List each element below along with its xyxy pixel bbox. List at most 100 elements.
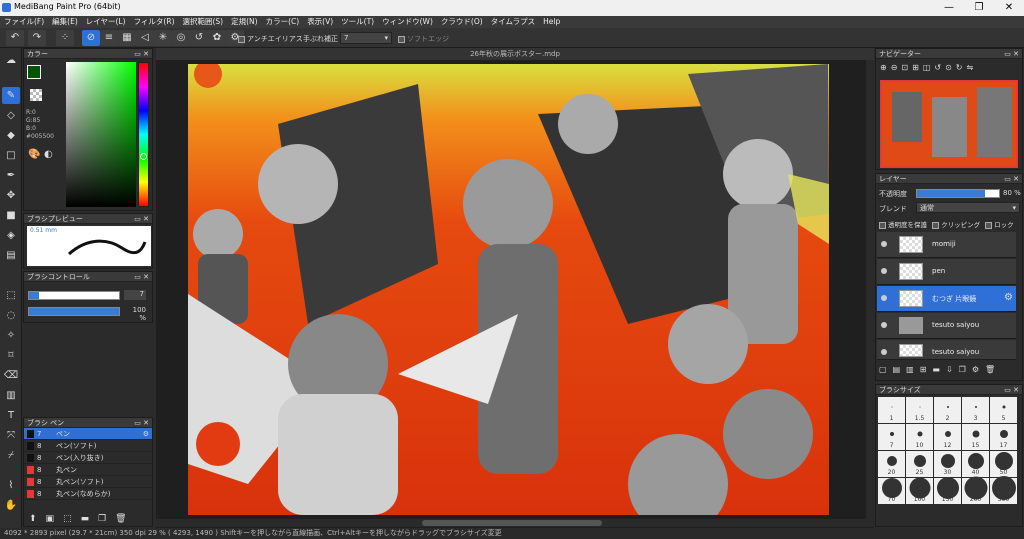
menu-select[interactable]: 選択範囲(S) (179, 16, 228, 28)
brush-size-option[interactable]: 50 (990, 451, 1017, 477)
brush-size-option[interactable]: 10 (906, 424, 933, 450)
close-icon[interactable]: ▭ ✕ (134, 214, 149, 224)
fit-icon[interactable]: ⊡ (901, 63, 908, 72)
zoom-in-icon[interactable]: ⊕ (880, 63, 887, 72)
menu-color[interactable]: カラー(C) (262, 16, 304, 28)
layer-settings-icon[interactable]: ⚙ (972, 365, 979, 374)
foreground-color-swatch[interactable] (27, 65, 41, 79)
brush-size-option[interactable]: 15 (962, 424, 989, 450)
correction-select[interactable]: 7 ▾ (340, 32, 392, 44)
menu-view[interactable]: 表示(V) (303, 16, 337, 28)
operation-tool-icon[interactable]: ⤧ (2, 427, 20, 444)
redo-icon[interactable]: ↷ (28, 30, 46, 46)
eye-icon[interactable] (881, 268, 887, 274)
hue-slider[interactable] (138, 62, 149, 207)
brush-item[interactable]: 7 ペン ⚙ (24, 428, 152, 440)
menu-edit[interactable]: 編集(E) (48, 16, 82, 28)
rect-tool-icon[interactable]: □ (2, 147, 20, 164)
snap-grid-icon[interactable]: ▦ (118, 30, 136, 46)
brush-size-option[interactable]: 17 (990, 424, 1017, 450)
brush-size-option[interactable]: 7 (878, 424, 905, 450)
reset-rotate-icon[interactable]: ⊙ (945, 63, 952, 72)
layer-row[interactable]: pen (877, 259, 1016, 285)
menu-timelapse[interactable]: タイムラプス (487, 16, 539, 28)
brush-size-option[interactable]: 150 (934, 477, 961, 504)
snap-parallel-icon[interactable]: ≡ (100, 30, 118, 46)
new-8bit-layer-icon[interactable]: ▥ (906, 365, 914, 374)
gradient-tool-icon[interactable]: ▤ (2, 247, 20, 264)
snap-radial-icon[interactable]: ✳ (154, 30, 172, 46)
close-icon[interactable]: ▭ ✕ (1004, 174, 1019, 184)
eye-icon[interactable] (881, 322, 887, 328)
brush-size-option[interactable]: 70 (878, 478, 905, 504)
scrollbar-thumb[interactable] (422, 520, 602, 526)
add-brush-icon[interactable]: ▣ (46, 514, 55, 526)
brush-size-value[interactable]: 7 (124, 290, 146, 300)
close-icon[interactable]: ▭ ✕ (134, 418, 149, 428)
brush-item[interactable]: 8 ペン(入り抜き) (24, 452, 152, 464)
brush-size-option[interactable]: 40 (962, 451, 989, 477)
eraser-tool-icon[interactable]: ◇ (2, 107, 20, 124)
navigator-thumbnail[interactable] (880, 80, 1018, 168)
delete-layer-icon[interactable]: 🗑 (985, 365, 995, 374)
layer-row[interactable]: momiji (877, 232, 1016, 258)
brush-size-option[interactable]: 3 (962, 397, 989, 423)
close-button[interactable]: ✕ (994, 0, 1024, 16)
close-icon[interactable]: ▭ ✕ (134, 49, 149, 59)
eyedropper-tool-icon[interactable]: ⌿ (2, 447, 20, 464)
dot-tool-icon[interactable]: ◆ (2, 127, 20, 144)
new-layer-icon[interactable]: ▢ (879, 365, 887, 374)
add-layer-menu-icon[interactable]: ⊞ (920, 365, 927, 374)
brush-size-option[interactable]: 30 (934, 451, 961, 477)
gear-icon[interactable]: ⚙ (143, 428, 149, 440)
document-tab[interactable]: 26年秋の展示ポスター.mdp (156, 48, 874, 60)
actual-size-icon[interactable]: ⊞ (912, 63, 919, 72)
select-eraser-icon[interactable]: ⌫ (2, 367, 20, 384)
brush-size-option[interactable]: 12 (934, 424, 961, 450)
eye-icon[interactable] (881, 349, 887, 355)
bucket-tool-icon[interactable]: ◈ (2, 227, 20, 244)
minimize-button[interactable]: — (934, 0, 964, 16)
trash-icon[interactable]: 🗑 (115, 514, 126, 526)
cloud-icon[interactable]: ☁ (2, 52, 20, 69)
vertical-scrollbar[interactable] (866, 60, 874, 520)
brush-item[interactable]: 8 丸ペン(ソフト) (24, 476, 152, 488)
lasso-tool-icon[interactable]: ◌ (2, 307, 20, 324)
layer-row[interactable]: むつぎ 片眼鏡 ⚙ (877, 286, 1016, 312)
palette-icon[interactable]: 🎨 (28, 149, 40, 160)
zoom-window-icon[interactable]: ◫ (923, 63, 931, 72)
brush-size-option[interactable]: 1 (878, 397, 905, 423)
flip-icon[interactable]: ⇋ (966, 63, 973, 72)
brush-folder-icon[interactable]: ▬ (81, 514, 90, 526)
protect-alpha-checkbox[interactable] (879, 221, 886, 229)
eye-icon[interactable] (881, 295, 887, 301)
brush-size-option[interactable]: 25 (906, 451, 933, 477)
select-tool-icon[interactable]: ⬚ (2, 287, 20, 304)
close-icon[interactable]: ▭ ✕ (1004, 385, 1019, 395)
menu-file[interactable]: ファイル(F) (0, 16, 48, 28)
menu-ruler[interactable]: 定規(N) (227, 16, 261, 28)
saturation-value-picker[interactable] (66, 62, 136, 207)
menu-filter[interactable]: フィルタ(R) (130, 16, 179, 28)
drawing-canvas[interactable] (188, 64, 829, 515)
clipping-checkbox[interactable] (932, 221, 940, 229)
brush-size-option[interactable]: 5 (990, 397, 1017, 423)
brush-item[interactable]: 8 丸ペン(なめらか) (24, 488, 152, 500)
brush-tool-icon[interactable]: ✎ (2, 87, 20, 104)
gear-icon[interactable]: ⚙ (1004, 292, 1013, 303)
pen-tool-icon[interactable]: ✒ (2, 167, 20, 184)
move-tool-icon[interactable]: ✥ (2, 187, 20, 204)
maximize-button[interactable]: ❐ (964, 0, 994, 16)
snap-circle-icon[interactable]: ◎ (172, 30, 190, 46)
menu-layer[interactable]: レイヤー(L) (82, 16, 130, 28)
brush-cloud-icon[interactable]: ⬆ (29, 514, 37, 526)
fill-rect-tool-icon[interactable]: ■ (2, 207, 20, 224)
eyedropper2-tool-icon[interactable]: ⌇ (2, 477, 20, 494)
rotate-left-icon[interactable]: ↺ (934, 63, 941, 72)
brush-item[interactable]: 8 丸ペン (24, 464, 152, 476)
layer-opacity-slider[interactable] (916, 189, 1000, 198)
snap-none-icon[interactable]: ⊘ (82, 30, 100, 46)
hue-handle[interactable] (140, 153, 147, 160)
new-halftone-layer-icon[interactable]: ▤ (893, 365, 901, 374)
eye-icon[interactable] (881, 241, 887, 247)
